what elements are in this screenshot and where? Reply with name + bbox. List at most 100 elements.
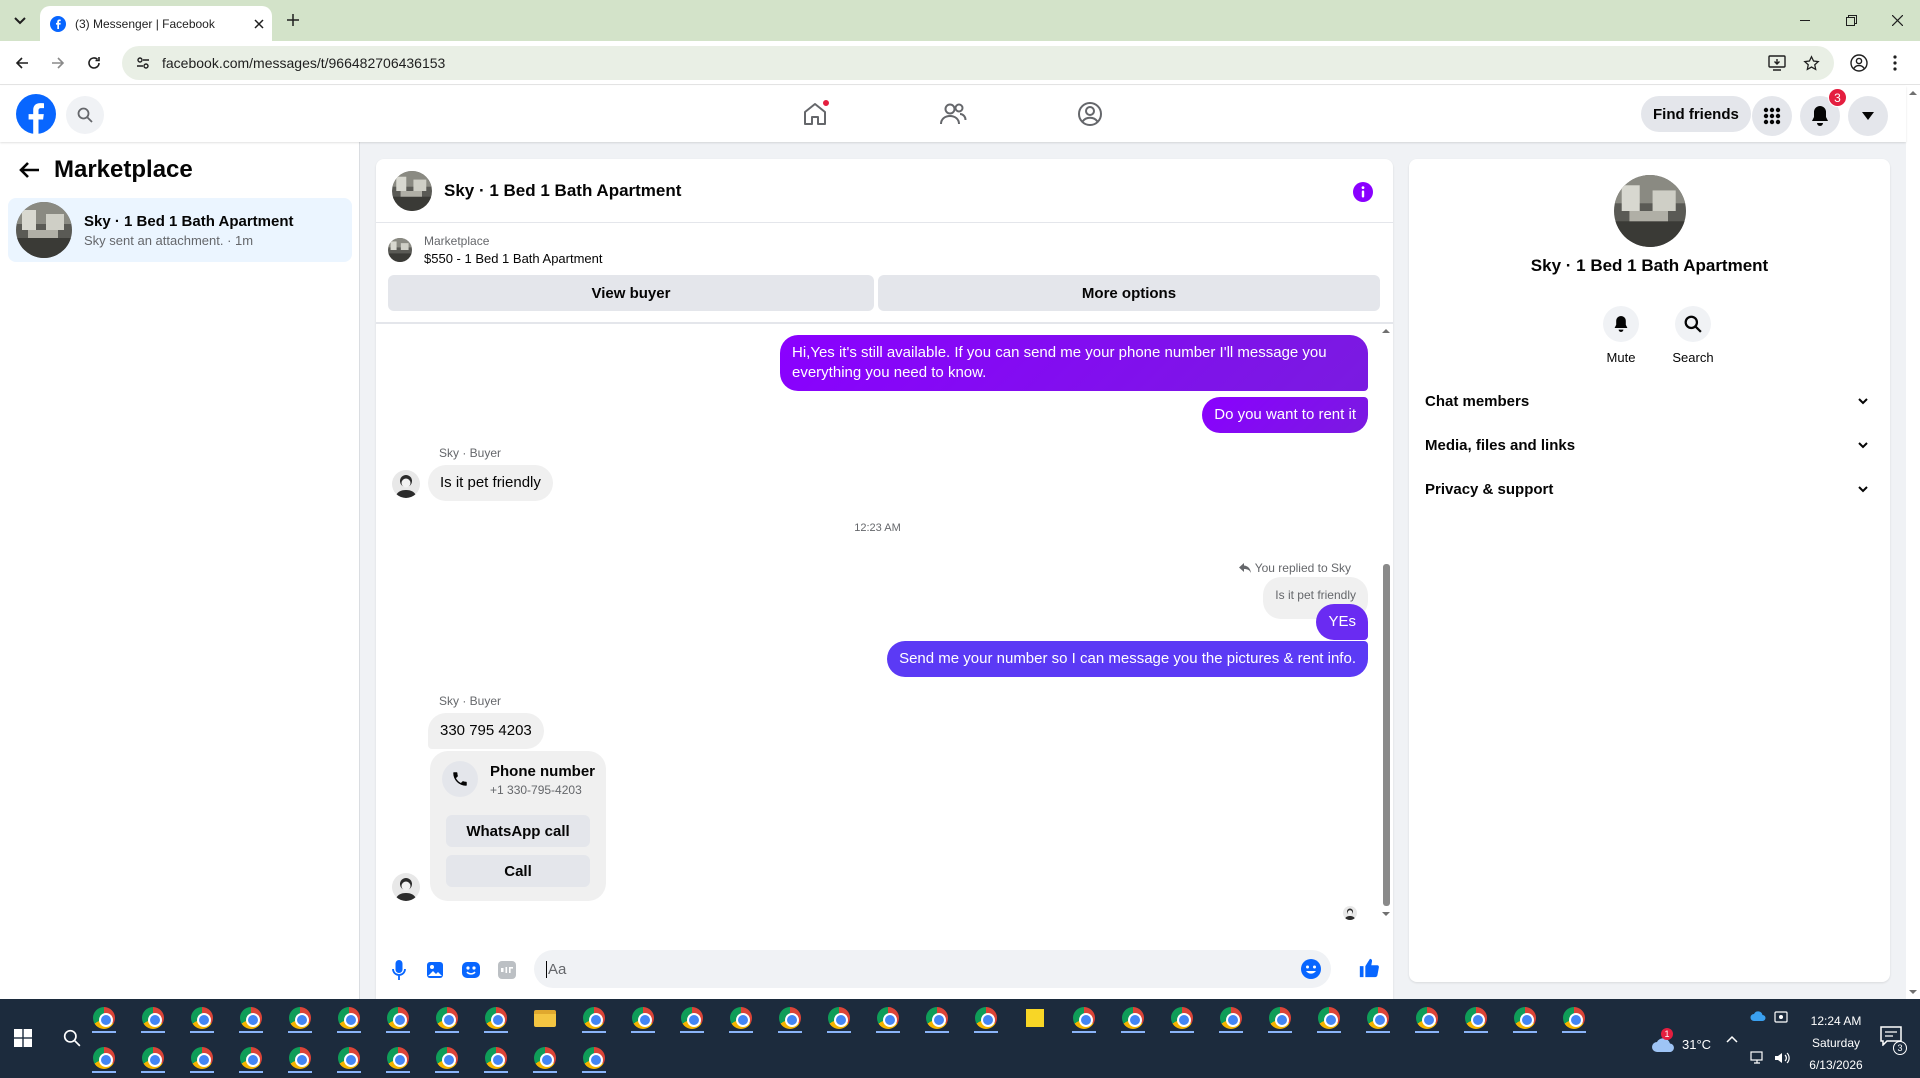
restore-window-button[interactable] [1828, 0, 1874, 41]
mute-action[interactable]: Mute [1591, 306, 1651, 365]
whatsapp-call-button[interactable]: WhatsApp call [446, 815, 590, 847]
message-input[interactable]: Aa [534, 950, 1331, 988]
browser-menu-button[interactable] [1884, 52, 1906, 74]
chrome-app-icon[interactable] [185, 1041, 219, 1075]
chrome-app-icon[interactable] [577, 1041, 611, 1075]
browser-tab-messenger[interactable]: (3) Messenger | Facebook [40, 6, 272, 41]
chrome-app-icon[interactable] [577, 1001, 611, 1035]
incoming-message[interactable]: 330 795 4203 [428, 713, 544, 749]
chrome-app-icon[interactable] [626, 1001, 660, 1035]
chrome-app-icon[interactable] [528, 1041, 562, 1075]
chrome-app-icon[interactable] [1459, 1001, 1493, 1035]
chrome-app-icon[interactable] [1263, 1001, 1297, 1035]
chrome-app-icon[interactable] [969, 1001, 1003, 1035]
facebook-logo[interactable] [16, 94, 56, 134]
privacy-support-section[interactable]: Privacy & support [1425, 469, 1874, 509]
address-bar[interactable]: facebook.com/messages/t/966482706436153 [122, 46, 1834, 80]
chrome-app-icon[interactable] [332, 1041, 366, 1075]
forward-button[interactable] [46, 51, 70, 75]
chrome-app-icon[interactable] [430, 1041, 464, 1075]
chrome-app-icon[interactable] [1410, 1001, 1444, 1035]
search-action[interactable]: Search [1663, 306, 1723, 365]
voice-clip-button[interactable] [388, 959, 410, 981]
conversation-info-button[interactable] [1353, 182, 1373, 202]
bookmark-button[interactable] [1800, 52, 1822, 74]
chrome-app-icon[interactable] [724, 1001, 758, 1035]
buyer-avatar[interactable] [392, 470, 420, 498]
minimize-window-button[interactable] [1782, 0, 1828, 41]
network-icon[interactable] [1750, 1051, 1766, 1065]
marketplace-listing-info[interactable]: Marketplace $550 - 1 Bed 1 Bath Apartmen… [388, 234, 603, 266]
close-window-button[interactable] [1874, 0, 1920, 41]
onedrive-icon[interactable] [1750, 1011, 1766, 1022]
chrome-app-icon[interactable] [1508, 1001, 1542, 1035]
tab-search-dropdown[interactable] [8, 9, 32, 33]
chrome-app-icon[interactable] [234, 1001, 268, 1035]
find-friends-button[interactable]: Find friends [1641, 96, 1751, 132]
nav-friends[interactable] [933, 98, 973, 130]
chrome-app-icon[interactable] [283, 1041, 317, 1075]
chrome-app-icon[interactable] [381, 1041, 415, 1075]
chrome-app-icon[interactable] [920, 1001, 954, 1035]
install-app-button[interactable] [1766, 52, 1788, 74]
outgoing-message[interactable]: Send me your number so I can message you… [887, 641, 1368, 677]
media-files-links-section[interactable]: Media, files and links [1425, 425, 1874, 465]
chrome-app-icon[interactable] [1214, 1001, 1248, 1035]
more-options-button[interactable]: More options [878, 275, 1380, 311]
menu-grid-button[interactable] [1752, 96, 1792, 136]
show-hidden-icons-button[interactable] [1726, 1035, 1738, 1043]
buyer-avatar[interactable] [392, 873, 420, 901]
incoming-message[interactable]: Is it pet friendly [428, 465, 553, 501]
volume-icon[interactable] [1774, 1051, 1790, 1065]
url-text[interactable]: facebook.com/messages/t/966482706436153 [162, 55, 445, 71]
gif-button[interactable] [496, 959, 518, 981]
details-avatar[interactable] [1614, 175, 1686, 247]
page-scrollbar[interactable] [1906, 86, 1920, 999]
emoji-button[interactable] [1301, 959, 1321, 979]
chrome-app-icon[interactable] [871, 1001, 905, 1035]
call-button[interactable]: Call [446, 855, 590, 887]
nav-profile[interactable] [1070, 98, 1110, 130]
chrome-app-icon[interactable] [1361, 1001, 1395, 1035]
outgoing-message[interactable]: YEs [1316, 604, 1368, 640]
reload-button[interactable] [82, 51, 106, 75]
new-tab-button[interactable] [282, 9, 304, 31]
system-clock[interactable]: 12:24 AM Saturday 6/13/2026 [1806, 1010, 1866, 1076]
close-tab-icon[interactable] [254, 18, 264, 29]
message-scrollbar[interactable] [1379, 324, 1393, 921]
sticker-button[interactable] [460, 959, 482, 981]
taskbar-search-button[interactable] [55, 1021, 89, 1055]
chrome-app-icon[interactable] [136, 1041, 170, 1075]
attach-media-button[interactable] [424, 959, 446, 981]
chrome-app-icon[interactable] [479, 1041, 513, 1075]
chat-avatar[interactable] [392, 170, 432, 211]
profile-button[interactable] [1848, 52, 1870, 74]
facebook-search-button[interactable] [66, 96, 104, 134]
chrome-app-icon[interactable] [1557, 1001, 1591, 1035]
chrome-app-icon[interactable] [822, 1001, 856, 1035]
chat-title[interactable]: Sky · 1 Bed 1 Bath Apartment [444, 181, 681, 201]
search-in-conversation-button[interactable] [1675, 306, 1711, 342]
outgoing-message[interactable]: Hi,Yes it's still available. If you can … [780, 335, 1368, 391]
chrome-app-icon[interactable] [1165, 1001, 1199, 1035]
start-button[interactable] [6, 1021, 40, 1055]
tray-device-icon[interactable] [1774, 1010, 1788, 1024]
chrome-app-icon[interactable] [136, 1001, 170, 1035]
weather-temp[interactable]: 31°C [1682, 1037, 1711, 1052]
chrome-app-icon[interactable] [773, 1001, 807, 1035]
conversation-item[interactable]: Sky · 1 Bed 1 Bath Apartment Sky sent an… [8, 198, 352, 262]
chrome-app-icon[interactable] [234, 1041, 268, 1075]
back-arrow-icon[interactable] [18, 161, 40, 179]
chat-members-section[interactable]: Chat members [1425, 381, 1874, 421]
site-info-icon[interactable] [136, 56, 150, 70]
chrome-app-icon[interactable] [430, 1001, 464, 1035]
chrome-app-icon[interactable] [185, 1001, 219, 1035]
chrome-app-icon[interactable] [1067, 1001, 1101, 1035]
account-menu-button[interactable] [1848, 96, 1888, 136]
chrome-app-icon[interactable] [283, 1001, 317, 1035]
mute-button[interactable] [1603, 306, 1639, 342]
view-buyer-button[interactable]: View buyer [388, 275, 874, 311]
chrome-app-icon[interactable] [675, 1001, 709, 1035]
chrome-app-icon[interactable] [332, 1001, 366, 1035]
back-button[interactable] [10, 51, 34, 75]
